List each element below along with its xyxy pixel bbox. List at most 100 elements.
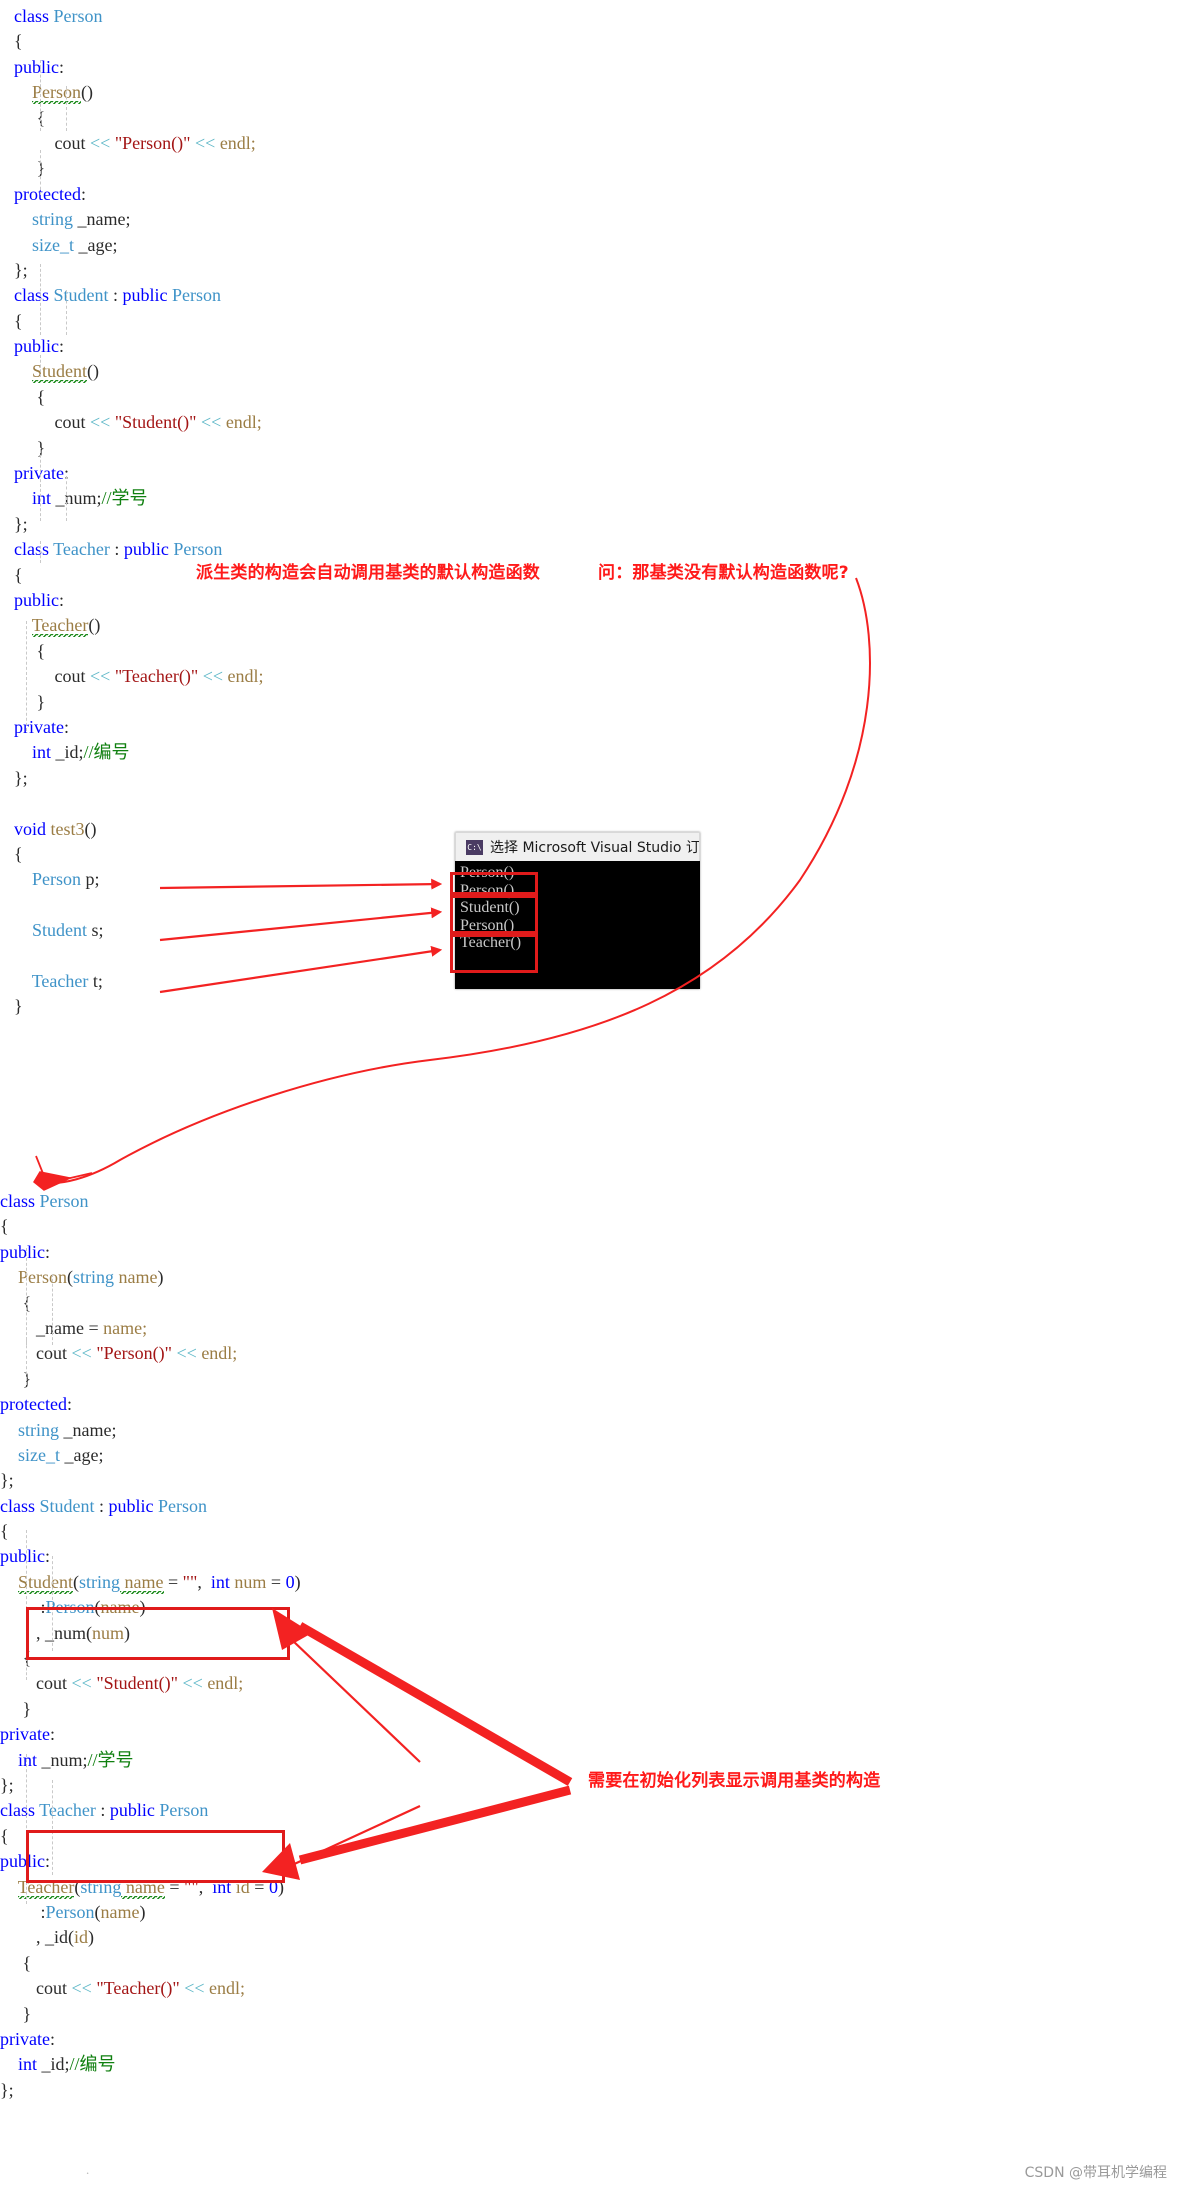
code-line: public: bbox=[0, 1240, 301, 1265]
code-token: Student bbox=[39, 1495, 95, 1516]
code-line: Person(string name) bbox=[0, 1265, 301, 1290]
indent-guide bbox=[66, 290, 67, 335]
code-token: : bbox=[108, 285, 123, 306]
indent-guide bbox=[40, 264, 41, 335]
code-line: { bbox=[0, 1214, 301, 1239]
indent-guide bbox=[26, 1658, 27, 1680]
code-token: _age; bbox=[60, 1444, 104, 1465]
code-line: Person() bbox=[14, 80, 264, 107]
code-token: << bbox=[90, 666, 111, 687]
indent-guide bbox=[66, 86, 67, 131]
code-token: }; bbox=[14, 513, 28, 534]
code-token: public bbox=[14, 589, 59, 610]
code-token: } bbox=[0, 2003, 32, 2024]
code-line: class Person bbox=[14, 4, 264, 29]
code-token: name bbox=[120, 1571, 164, 1596]
code-line: private: bbox=[14, 461, 264, 486]
code-token: { bbox=[14, 843, 23, 864]
code-token: Person bbox=[173, 539, 223, 560]
highlight-box-teacher-init-list bbox=[26, 1830, 285, 1883]
code-token: << bbox=[198, 666, 223, 687]
code-token: = bbox=[266, 1571, 286, 1592]
code-token: private bbox=[14, 716, 64, 737]
code-token: , _id bbox=[0, 1927, 69, 1948]
code-line: { bbox=[14, 309, 264, 334]
indent-guide bbox=[40, 450, 41, 521]
code-token: << bbox=[71, 1673, 92, 1694]
code-line: }; bbox=[14, 258, 264, 283]
line-teacher-box-tail bbox=[289, 1805, 421, 1867]
code-token: ) bbox=[88, 1927, 95, 1948]
code-token: endl; bbox=[215, 132, 256, 153]
code-line: string _name; bbox=[0, 1418, 301, 1443]
code-token: << bbox=[71, 1978, 92, 1999]
code-line: { bbox=[14, 385, 264, 410]
code-token: }; bbox=[0, 2079, 14, 2100]
indent-guide bbox=[26, 621, 27, 731]
code-token: : bbox=[66, 1394, 72, 1415]
code-line: private: bbox=[0, 1722, 301, 1747]
code-token: private bbox=[0, 1724, 50, 1745]
code-token: endl; bbox=[221, 412, 262, 433]
code-line: int _num;//学号 bbox=[0, 1748, 301, 1773]
code-token: public bbox=[14, 336, 59, 357]
indent-guide bbox=[40, 541, 41, 563]
annotation-question-no-default-ctor: 问：那基类没有默认构造函数呢? bbox=[598, 563, 849, 583]
code-token: Teacher bbox=[31, 970, 89, 991]
code-line: cout << "Student()" << endl; bbox=[14, 410, 264, 435]
code-token: { bbox=[14, 640, 46, 661]
code-token: cout bbox=[0, 1343, 72, 1364]
code-token: public bbox=[0, 1546, 45, 1567]
code-token: ) bbox=[139, 1901, 146, 1922]
code-token: public bbox=[109, 1800, 160, 1821]
code-token: int bbox=[32, 488, 52, 509]
code-token: { bbox=[14, 386, 46, 407]
code-token: protected bbox=[0, 1394, 67, 1415]
code-token: t; bbox=[88, 970, 103, 991]
code-line: { bbox=[14, 842, 264, 867]
code-token: : bbox=[49, 1724, 55, 1745]
code-line: cout << "Student()" << endl; bbox=[0, 1671, 301, 1696]
code-token: } bbox=[14, 996, 23, 1017]
code-token: int bbox=[210, 1571, 230, 1592]
code-token: name bbox=[100, 1901, 140, 1922]
code-line: :Person(name) bbox=[0, 1900, 301, 1925]
arrow-note-to-student-init bbox=[297, 1622, 573, 1786]
code-token: _num; bbox=[37, 1749, 88, 1770]
code-line: { bbox=[14, 29, 264, 54]
code-line: public: bbox=[14, 55, 264, 80]
indent-guide bbox=[40, 60, 41, 131]
indent-guide bbox=[40, 355, 41, 377]
code-line: cout << "Teacher()" << endl; bbox=[0, 1976, 301, 2001]
code-token: p; bbox=[81, 869, 100, 890]
code-line: }; bbox=[0, 1773, 301, 1798]
code-line: public: bbox=[14, 334, 264, 359]
console-titlebar[interactable]: C:\ 选择 Microsoft Visual Studio 订 bbox=[455, 832, 700, 861]
code-line: Student(string name = "", int num = 0) bbox=[0, 1570, 301, 1596]
code-token: class bbox=[0, 1495, 40, 1516]
code-token: _name; bbox=[59, 1419, 117, 1440]
arrowhead-bottom-code bbox=[33, 1171, 73, 1191]
code-token: void bbox=[14, 818, 51, 839]
code-token: s; bbox=[87, 920, 104, 941]
code-token: _id; bbox=[37, 2054, 70, 2075]
code-token: int bbox=[18, 2054, 38, 2075]
code-token: public bbox=[14, 56, 59, 77]
page-mark: . bbox=[86, 2162, 90, 2177]
code-token: //编号 bbox=[83, 742, 130, 763]
code-line: class Person bbox=[0, 1189, 301, 1214]
code-token: class bbox=[0, 1191, 40, 1211]
code-token: Person bbox=[53, 6, 103, 26]
